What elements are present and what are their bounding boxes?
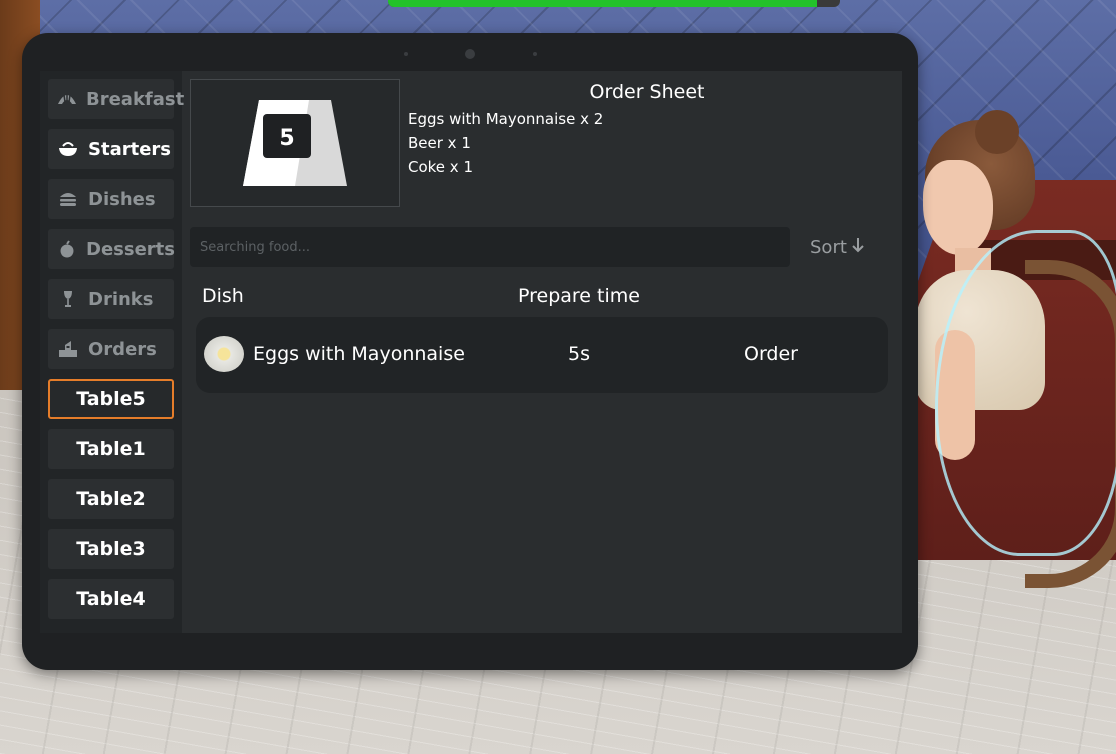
order-button[interactable]: Order <box>744 343 798 365</box>
tablet-camera <box>465 49 475 59</box>
sidebar-item-drinks[interactable]: Drinks <box>48 279 174 319</box>
sidebar: Breakfast Starters Dishes Desserts Drink… <box>40 71 184 633</box>
sidebar-item-table3[interactable]: Table3 <box>48 529 174 569</box>
order-sheet-title: Order Sheet <box>589 81 705 103</box>
sidebar-item-label: Drinks <box>88 288 154 310</box>
top-progress-bar <box>388 0 840 7</box>
sidebar-item-table4[interactable]: Table4 <box>48 579 174 619</box>
table-number: 5 <box>279 126 294 151</box>
game-scene: Breakfast Starters Dishes Desserts Drink… <box>0 0 1116 754</box>
order-sheet-item: Coke x 1 <box>408 158 473 176</box>
table-label: Table4 <box>76 588 146 610</box>
top-progress-fill <box>388 0 818 7</box>
sidebar-item-label: Orders <box>88 338 157 360</box>
table-label: Table2 <box>76 488 146 510</box>
column-header-prepare-time: Prepare time <box>518 285 640 307</box>
sidebar-item-dishes[interactable]: Dishes <box>48 179 174 219</box>
column-header-dish: Dish <box>202 285 244 307</box>
orders-icon <box>56 339 80 359</box>
sidebar-item-label: Starters <box>88 138 171 160</box>
croissant-icon <box>56 89 78 109</box>
sidebar-item-table1[interactable]: Table1 <box>48 429 174 469</box>
main-panel: 5 Order Sheet Eggs with Mayonnaise x 2 B… <box>182 71 902 633</box>
table-tent-icon: 5 <box>243 100 347 186</box>
sidebar-item-breakfast[interactable]: Breakfast <box>48 79 184 119</box>
burger-icon <box>56 189 80 209</box>
sidebar-item-desserts[interactable]: Desserts <box>48 229 175 269</box>
customer-character[interactable] <box>915 110 1116 588</box>
order-tablet: Breakfast Starters Dishes Desserts Drink… <box>22 33 918 670</box>
apple-icon <box>56 239 78 259</box>
tablet-sensor-left <box>404 52 408 56</box>
table-row[interactable]: Eggs with Mayonnaise 5s Order <box>196 317 888 393</box>
sidebar-item-table2[interactable]: Table2 <box>48 479 174 519</box>
sidebar-item-label: Desserts <box>86 238 175 260</box>
table-number-card: 5 <box>190 79 400 207</box>
dish-name: Eggs with Mayonnaise <box>253 343 465 365</box>
sidebar-item-orders[interactable]: Orders <box>48 329 174 369</box>
sidebar-item-label: Dishes <box>88 188 156 210</box>
wine-glass-icon <box>56 289 80 309</box>
arrow-down-icon <box>851 237 865 258</box>
table-label: Table3 <box>76 538 146 560</box>
tablet-sensor-right <box>533 52 537 56</box>
character-face <box>923 160 993 255</box>
sidebar-item-starters[interactable]: Starters <box>48 129 174 169</box>
table-label: Table1 <box>76 438 146 460</box>
sidebar-item-table5[interactable]: Table5 <box>48 379 174 419</box>
sort-button[interactable]: Sort <box>810 233 865 261</box>
sidebar-item-label: Breakfast <box>86 88 185 110</box>
dish-prepare-time: 5s <box>568 343 590 365</box>
order-sheet-items: Eggs with Mayonnaise x 2 Beer x 1 Coke x… <box>408 107 603 179</box>
search-input[interactable] <box>190 227 790 267</box>
tablet-screen: Breakfast Starters Dishes Desserts Drink… <box>40 71 902 633</box>
bowl-icon <box>56 139 80 159</box>
character-hair-bun <box>975 110 1019 154</box>
table-label: Table5 <box>76 388 146 410</box>
order-sheet-item: Beer x 1 <box>408 134 471 152</box>
eggs-plate-icon <box>204 336 244 372</box>
sort-label: Sort <box>810 236 847 258</box>
order-sheet-item: Eggs with Mayonnaise x 2 <box>408 110 604 128</box>
